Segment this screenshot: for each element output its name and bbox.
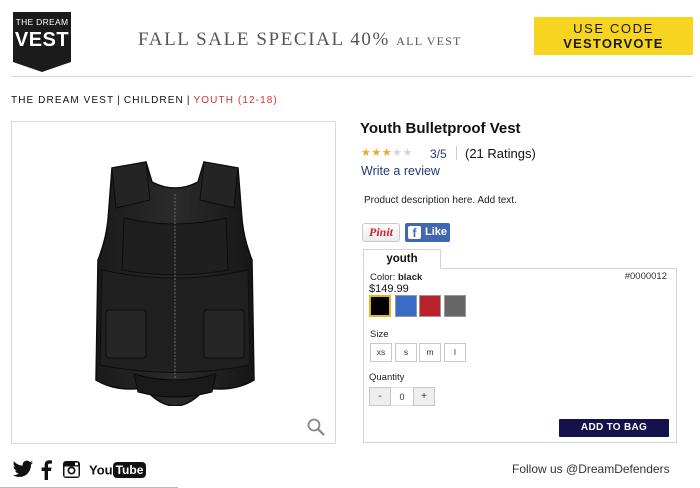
- product-image-vest: [95, 161, 255, 406]
- swatch-black[interactable]: [369, 295, 391, 317]
- write-review-link[interactable]: Write a review: [361, 164, 440, 178]
- star-empty-icon: ★: [392, 147, 403, 159]
- breadcrumb-separator: |: [186, 95, 191, 106]
- add-to-bag-button[interactable]: ADD TO BAG: [559, 419, 669, 437]
- swatch-gray[interactable]: [444, 295, 466, 317]
- size-s-button[interactable]: s: [395, 343, 417, 362]
- color-label-prefix: Color:: [370, 272, 396, 283]
- promo-main-text: FALL SALE SPECIAL 40%: [138, 29, 390, 50]
- size-l-button[interactable]: l: [444, 343, 466, 362]
- youtube-you-text: You: [89, 462, 113, 478]
- star-empty-icon: ★: [402, 147, 413, 159]
- swatch-red[interactable]: [419, 295, 441, 317]
- breadcrumb-current: YOUTH (12-18): [193, 95, 278, 106]
- color-label: Color: black: [370, 272, 422, 283]
- star-icon: ★: [371, 147, 382, 159]
- breadcrumb-home[interactable]: THE DREAM VEST: [11, 95, 114, 106]
- size-m-button[interactable]: m: [419, 343, 441, 362]
- promo-small-text: ALL VEST: [396, 34, 462, 48]
- product-sku: #0000012: [624, 271, 667, 282]
- facebook-icon[interactable]: [41, 460, 52, 480]
- tab-youth[interactable]: youth: [363, 249, 441, 269]
- brand-logo[interactable]: THE DREAM VEST: [13, 12, 71, 72]
- instagram-icon[interactable]: [62, 460, 81, 479]
- size-xs-button[interactable]: xs: [370, 343, 392, 362]
- quantity-value[interactable]: 0: [391, 387, 413, 406]
- logo-point: [13, 62, 71, 72]
- star-icon: ★: [381, 147, 393, 159]
- product-price: $149.99: [369, 283, 409, 295]
- star-icon: ★: [361, 147, 372, 159]
- product-image-panel: [11, 121, 336, 444]
- promo-code-value: VESTORVOTE: [563, 36, 664, 51]
- rating-stars: ★★★★★: [361, 146, 413, 159]
- size-label: Size: [370, 329, 389, 340]
- youtube-icon[interactable]: You Tube: [89, 461, 147, 480]
- rating-score: 3/5: [430, 147, 447, 161]
- promo-banner: FALL SALE SPECIAL 40% ALL VEST: [138, 29, 462, 51]
- quantity-plus-button[interactable]: +: [413, 387, 435, 406]
- rating-count[interactable]: (21 Ratings): [465, 146, 536, 161]
- breadcrumb-children[interactable]: CHILDREN: [124, 95, 184, 106]
- facebook-like-label: Like: [425, 226, 448, 238]
- logo-line1: THE DREAM: [15, 17, 69, 27]
- swatch-blue[interactable]: [395, 295, 417, 317]
- product-title: Youth Bulletproof Vest: [360, 120, 521, 137]
- twitter-icon[interactable]: [12, 460, 34, 479]
- color-selected-value: black: [397, 272, 423, 283]
- header-divider: [11, 76, 693, 77]
- product-options-panel: Color: black #0000012 $149.99 Size xs s …: [363, 268, 677, 443]
- promo-code-label: USE CODE: [573, 21, 654, 36]
- zoom-icon[interactable]: [307, 418, 325, 436]
- quantity-label: Quantity: [369, 372, 405, 383]
- pinterest-pinit-button[interactable]: Pinit: [362, 223, 400, 242]
- logo-line2: VEST: [14, 29, 70, 51]
- breadcrumb-separator: |: [117, 95, 121, 106]
- facebook-like-button[interactable]: f Like: [405, 223, 450, 242]
- promo-code-box: USE CODE VESTORVOTE: [534, 17, 693, 55]
- follow-us-text[interactable]: Follow us @DreamDefenders: [512, 462, 670, 476]
- quantity-minus-button[interactable]: -: [369, 387, 391, 406]
- youtube-tube-text: Tube: [112, 461, 147, 478]
- rating-divider: [456, 146, 457, 160]
- facebook-icon: f: [408, 226, 421, 240]
- product-description: Product description here. Add text.: [364, 195, 517, 206]
- breadcrumb: THE DREAM VEST | CHILDREN | YOUTH (12-18): [11, 95, 278, 106]
